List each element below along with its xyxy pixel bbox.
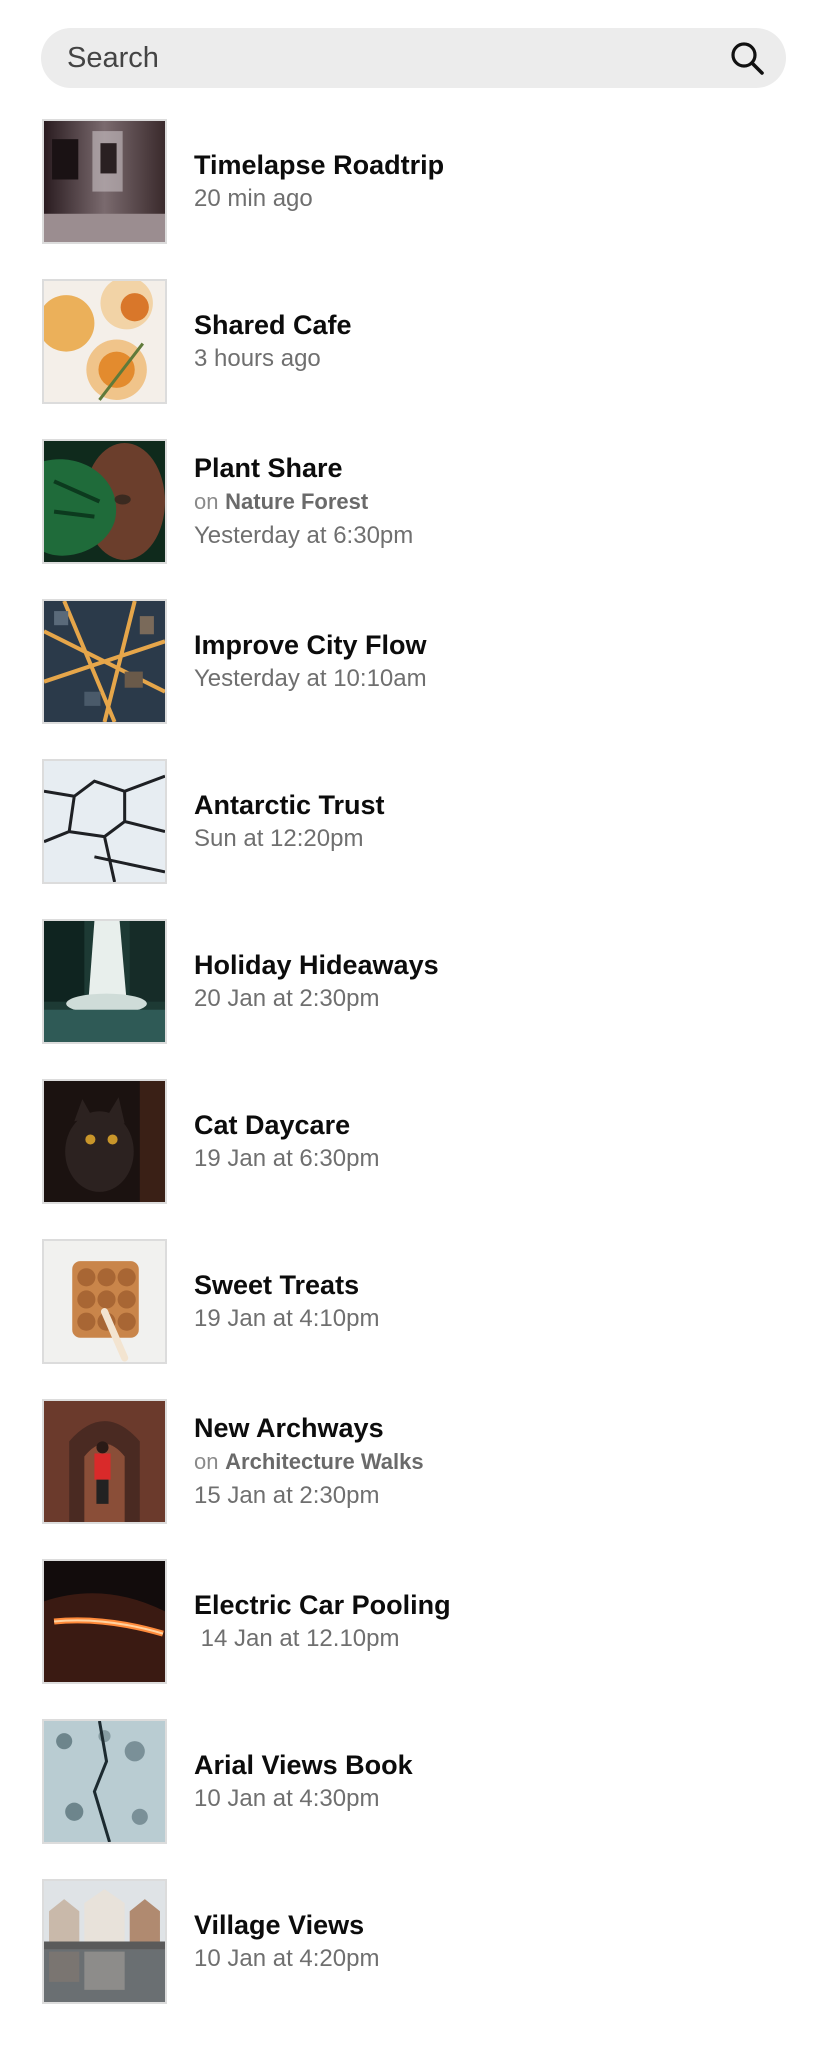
- item-title: Cat Daycare: [194, 1109, 351, 1140]
- search-icon[interactable]: [729, 40, 765, 76]
- cocktail-drinks-photo: [42, 279, 167, 404]
- list-item[interactable]: Electric Car Pooling 14 Jan at 12.10pm: [0, 1559, 822, 1719]
- group-prefix: on: [194, 488, 219, 514]
- item-timestamp: Sun at 12:20pm: [194, 824, 364, 852]
- item-timestamp: 20 min ago: [194, 184, 313, 212]
- item-timestamp: Yesterday at 6:30pm: [194, 521, 414, 549]
- subway-train-photo: [42, 119, 167, 244]
- item-group-line: on Architecture Walks: [194, 1445, 784, 1479]
- car-headlight-photo: [42, 1559, 167, 1684]
- item-title: Improve City Flow: [194, 629, 427, 660]
- item-title: Sweet Treats: [194, 1269, 360, 1300]
- list-item[interactable]: Antarctic Trust Sun at 12:20pm: [0, 759, 822, 919]
- item-timestamp: 15 Jan at 2:30pm: [194, 1481, 380, 1509]
- search-bar[interactable]: [41, 28, 786, 88]
- canal-village-photo: [42, 1879, 167, 2004]
- city-night-aerial-photo: [42, 599, 167, 724]
- item-title: Plant Share: [194, 452, 343, 483]
- item-title: Holiday Hideaways: [194, 949, 439, 980]
- item-timestamp: 10 Jan at 4:20pm: [194, 1944, 380, 1972]
- item-title: Shared Cafe: [194, 309, 352, 340]
- list-item[interactable]: Improve City Flow Yesterday at 10:10am: [0, 599, 822, 759]
- cracked-ice-photo: [42, 759, 167, 884]
- list-item[interactable]: Timelapse Roadtrip 20 min ago: [0, 119, 822, 279]
- item-title: Timelapse Roadtrip: [194, 149, 445, 180]
- waterfall-photo: [42, 919, 167, 1044]
- list-item[interactable]: Shared Cafe 3 hours ago: [0, 279, 822, 439]
- group-name[interactable]: Nature Forest: [225, 489, 368, 514]
- item-timestamp: Yesterday at 10:10am: [194, 664, 427, 692]
- brick-archway-person-photo: [42, 1399, 167, 1524]
- item-group-line: on Nature Forest: [194, 485, 784, 519]
- cinnamon-rolls-photo: [42, 1239, 167, 1364]
- list-item[interactable]: Sweet Treats 19 Jan at 4:10pm: [0, 1239, 822, 1399]
- snowy-forest-aerial-photo: [42, 1719, 167, 1844]
- item-timestamp: 10 Jan at 4:30pm: [194, 1784, 380, 1812]
- item-timestamp: 14 Jan at 12.10pm: [194, 1624, 400, 1652]
- item-title: Antarctic Trust: [194, 789, 385, 820]
- item-title: New Archways: [194, 1412, 384, 1443]
- search-input[interactable]: [67, 41, 707, 75]
- list-item[interactable]: Cat Daycare 19 Jan at 6:30pm: [0, 1079, 822, 1239]
- item-timestamp: 19 Jan at 4:10pm: [194, 1304, 380, 1332]
- list-item[interactable]: Plant Share on Nature Forest Yesterday a…: [0, 439, 822, 599]
- item-title: Village Views: [194, 1909, 365, 1940]
- monstera-leaf-portrait-photo: [42, 439, 167, 564]
- item-timestamp: 3 hours ago: [194, 344, 321, 372]
- list-item[interactable]: New Archways on Architecture Walks 15 Ja…: [0, 1399, 822, 1559]
- list-item[interactable]: Village Views 10 Jan at 4:20pm: [0, 1879, 822, 2039]
- item-title: Arial Views Book: [194, 1749, 413, 1780]
- group-prefix: on: [194, 1448, 219, 1474]
- list-item[interactable]: Arial Views Book 10 Jan at 4:30pm: [0, 1719, 822, 1879]
- list-item[interactable]: Holiday Hideaways 20 Jan at 2:30pm: [0, 919, 822, 1079]
- conversation-list: Timelapse Roadtrip 20 min ago Shared Caf…: [0, 119, 822, 2039]
- group-name[interactable]: Architecture Walks: [225, 1449, 423, 1474]
- item-timestamp: 19 Jan at 6:30pm: [194, 1144, 380, 1172]
- black-cat-photo: [42, 1079, 167, 1204]
- item-title: Electric Car Pooling: [194, 1589, 451, 1620]
- item-timestamp: 20 Jan at 2:30pm: [194, 984, 380, 1012]
